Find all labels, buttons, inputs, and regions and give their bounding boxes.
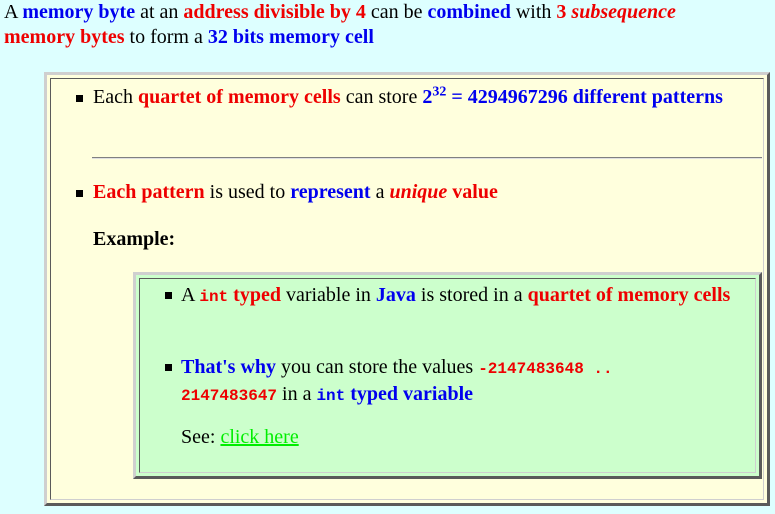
example-panel: A int typed variable in Java is stored i… [133, 272, 762, 479]
code-max-value: 2147483647 [181, 387, 278, 405]
bullet-icon [165, 292, 172, 299]
intro-text: at an [135, 1, 184, 23]
intro-text: with [510, 1, 557, 23]
term-quartet-cells: quartet of memory cells [527, 284, 731, 306]
bullet-icon [76, 95, 83, 102]
intro-text: can be [365, 1, 428, 23]
example-text: variable in [280, 284, 376, 306]
term-combined: combined [427, 1, 511, 23]
term-three: 3 [556, 1, 572, 23]
bullet-icon [165, 364, 172, 371]
point-pattern: Each pattern is used to represent a uniq… [93, 180, 753, 205]
term-value: value [447, 181, 498, 203]
point-quartet: Each quartet of memory cells can store 2… [93, 85, 733, 110]
click-here-link[interactable]: click here [220, 426, 298, 448]
divider-line [92, 157, 762, 159]
example-label: Example: [93, 228, 176, 250]
example-text: A [181, 284, 200, 306]
point-text: can store [340, 86, 423, 108]
term-thats-why: That's why [181, 356, 277, 378]
power-expression: 232 = 4294967296 different patterns [422, 84, 723, 108]
term-represent: represent [290, 181, 371, 203]
term-32-bits-memory-cell: 32 bits memory cell [207, 26, 374, 48]
intro-text: A [4, 1, 23, 23]
power-base: 2 [422, 86, 433, 108]
intro-paragraph: A memory byte at an address divisible by… [4, 0, 769, 50]
intro-text: to form a [124, 26, 208, 48]
term-memory-bytes: memory bytes [4, 26, 125, 48]
term-memory-byte: memory byte [22, 1, 136, 23]
example-text: is stored in a [415, 284, 528, 306]
point-text: Each [93, 86, 138, 108]
point-text: a [370, 181, 390, 203]
term-quartet: quartet of memory cells [137, 86, 341, 108]
see-line: See: click here [181, 425, 299, 450]
see-label: See: [181, 426, 221, 448]
term-each-pattern: Each pattern [93, 181, 205, 203]
term-unique: unique [389, 181, 448, 203]
example-text: in a [277, 383, 317, 405]
term-java: Java [375, 284, 416, 306]
bullet-icon [76, 190, 83, 197]
outer-panel: Each quartet of memory cells can store 2… [44, 72, 770, 506]
code-min-value: -2147483648 .. [478, 360, 613, 378]
point-text: is used to [204, 181, 291, 203]
term-typed-variable: typed variable [345, 383, 474, 405]
example-int-java: A int typed variable in Java is stored i… [181, 283, 741, 310]
term-typed: typed [228, 284, 281, 306]
code-int: int [316, 387, 346, 405]
example-text: you can store the values [276, 356, 479, 378]
code-int: int [199, 288, 229, 306]
example-range: That's why you can store the values -214… [181, 355, 741, 409]
power-exponent: 32 [432, 84, 447, 100]
term-subsequence: subsequence [571, 1, 676, 23]
pattern-count: = 4294967296 different patterns [446, 86, 723, 108]
term-address-divisible: address divisible by 4 [183, 1, 366, 23]
